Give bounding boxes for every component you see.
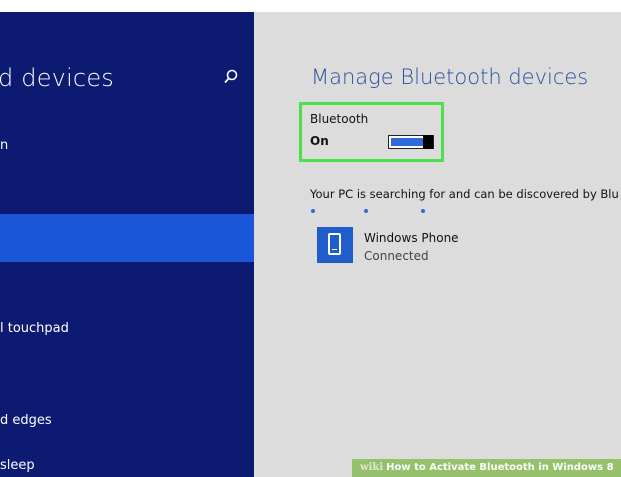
sidebar-item-touchpad[interactable]: l touchpad (0, 321, 69, 336)
device-status: Connected (364, 249, 429, 263)
settings-window: d devices n l touchpad d edges sleep Man… (0, 12, 621, 477)
bluetooth-state: On (310, 134, 329, 148)
sidebar-item-1[interactable]: n (0, 138, 8, 153)
sidebar-title: d devices (0, 64, 114, 92)
watermark-banner: wiki How to Activate Bluetooth in Windows… (352, 459, 621, 477)
sidebar-item-selected[interactable] (0, 214, 254, 262)
searching-status: Your PC is searching for and can be disc… (310, 187, 619, 201)
toggle-fill (391, 138, 425, 146)
sidebar-item-edges[interactable]: d edges (0, 413, 52, 428)
progress-dot (311, 209, 315, 213)
progress-dot (421, 209, 425, 213)
device-name[interactable]: Windows Phone (364, 231, 459, 245)
bluetooth-toggle[interactable] (388, 135, 434, 149)
bluetooth-label: Bluetooth (310, 112, 369, 126)
search-icon[interactable] (222, 68, 240, 86)
progress-dot (364, 209, 368, 213)
main-pane: Manage Bluetooth devices Bluetooth On Yo… (254, 12, 621, 477)
page-title: Manage Bluetooth devices (311, 65, 589, 89)
bluetooth-toggle-highlight: Bluetooth On (299, 102, 444, 162)
sidebar-item-sleep[interactable]: sleep (0, 458, 35, 473)
toggle-thumb[interactable] (423, 135, 433, 149)
watermark-logo: wiki (360, 462, 384, 473)
phone-icon[interactable] (317, 227, 353, 263)
watermark-text: How to Activate Bluetooth in Windows 8 (386, 462, 614, 473)
sidebar: d devices n l touchpad d edges sleep (0, 12, 254, 477)
